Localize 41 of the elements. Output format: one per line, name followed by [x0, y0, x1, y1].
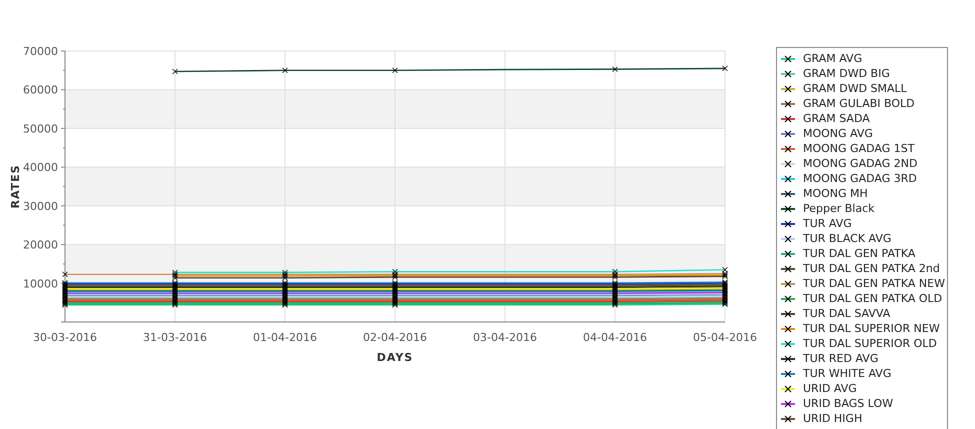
- legend-label: GRAM DWD SMALL: [803, 82, 907, 95]
- legend-label: Pepper Black: [803, 202, 875, 215]
- legend-label: TUR WHITE AVG: [803, 367, 892, 380]
- legend-label: TUR RED AVG: [803, 352, 878, 365]
- legend-label: TUR DAL SUPERIOR OLD: [803, 337, 937, 350]
- legend-label: GRAM AVG: [803, 52, 862, 65]
- legend-label: GRAM GULABI BOLD: [803, 97, 915, 110]
- legend-label: TUR DAL SAVVA: [803, 307, 890, 320]
- legend-label: URID BAGS LOW: [803, 397, 894, 410]
- x-tick-label: 31-03-2016: [143, 331, 207, 344]
- legend-label: TUR DAL GEN PATKA 2nd: [803, 262, 940, 275]
- legend-label: MOONG AVG: [803, 127, 873, 140]
- x-tick-label: 01-04-2016: [253, 331, 317, 344]
- legend-label: GRAM DWD BIG: [803, 67, 890, 80]
- legend-label: GRAM SADA: [803, 112, 870, 125]
- legend-label: MOONG MH: [803, 187, 868, 200]
- legend-label: MOONG GADAG 2ND: [803, 157, 918, 170]
- legend-label: URID AVG: [803, 382, 857, 395]
- x-tick-label: 05-04-2016: [693, 331, 757, 344]
- legend-label: TUR DAL GEN PATKA OLD: [803, 292, 942, 305]
- legend-label: MOONG GADAG 3RD: [803, 172, 917, 185]
- y-axis-title: RATES: [9, 164, 22, 209]
- y-tick-label: 30000: [23, 200, 58, 213]
- x-tick-label: 04-04-2016: [583, 331, 647, 344]
- legend-label: URID HIGH: [803, 412, 862, 425]
- legend-label: MOONG GADAG 1ST: [803, 142, 914, 155]
- legend-label: TUR BLACK AVG: [803, 232, 892, 245]
- y-tick-label: 40000: [23, 161, 58, 174]
- y-tick-label: 50000: [23, 122, 58, 136]
- y-tick-label: 60000: [23, 84, 58, 97]
- x-axis-title: DAYS: [376, 351, 414, 364]
- x-tick-label: 03-04-2016: [473, 331, 537, 344]
- legend-label: TUR DAL GEN PATKA: [803, 247, 916, 260]
- x-tick-label: 30-03-2016: [33, 331, 97, 344]
- y-tick-label: 20000: [23, 238, 58, 252]
- legend-label: TUR AVG: [803, 217, 852, 230]
- y-tick-label: 10000: [23, 277, 58, 290]
- x-tick-label: 02-04-2016: [363, 331, 427, 344]
- legend-label: TUR DAL GEN PATKA NEW: [803, 277, 945, 290]
- legend-label: TUR DAL SUPERIOR NEW: [803, 322, 940, 335]
- y-tick-label: 70000: [23, 45, 58, 58]
